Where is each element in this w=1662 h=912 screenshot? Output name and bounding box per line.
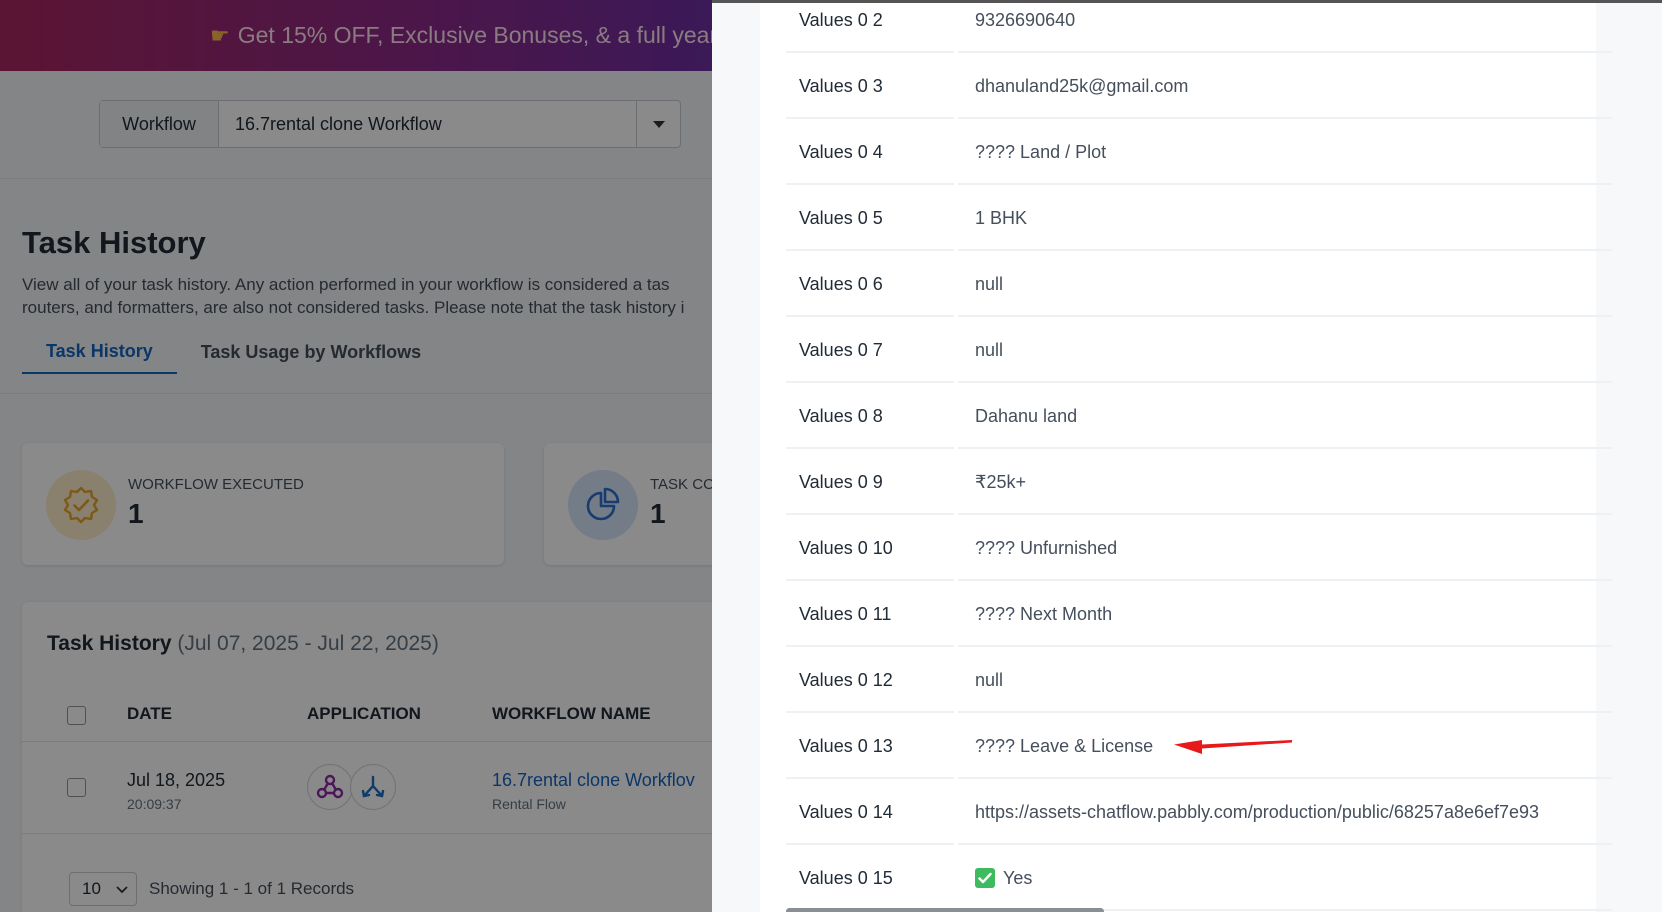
field-value: dhanuland25k@gmail.com bbox=[958, 55, 1612, 119]
field-key: Values 0 2 bbox=[786, 3, 954, 53]
list-item: Values 0 10 ???? Unfurnished bbox=[786, 517, 1612, 583]
list-item: Values 0 11 ???? Next Month bbox=[786, 583, 1612, 649]
field-key: Values 0 8 bbox=[786, 385, 954, 449]
field-key: Values 0 12 bbox=[786, 649, 954, 713]
field-value-text: Yes bbox=[1003, 867, 1033, 888]
horizontal-scrollbar[interactable] bbox=[786, 908, 1104, 912]
drawer-content: Values 0 2 9326690640 Values 0 3 dhanula… bbox=[760, 3, 1612, 912]
field-key: Values 0 9 bbox=[786, 451, 954, 515]
field-value: ???? Land / Plot bbox=[958, 121, 1612, 185]
list-item: Values 0 5 1 BHK bbox=[786, 187, 1612, 253]
check-mark-button-icon bbox=[975, 868, 995, 888]
field-key: Values 0 4 bbox=[786, 121, 954, 185]
field-value: null bbox=[958, 649, 1612, 713]
field-value: null bbox=[958, 319, 1612, 383]
field-key: Values 0 10 bbox=[786, 517, 954, 581]
field-key: Values 0 13 bbox=[786, 715, 954, 779]
list-item: Values 0 9 ₹25k+ bbox=[786, 451, 1612, 517]
field-value: null bbox=[958, 253, 1612, 317]
field-key: Values 0 15 bbox=[786, 847, 954, 911]
field-value: 1 BHK bbox=[958, 187, 1612, 251]
list-item: Values 0 15 Yes bbox=[786, 847, 1612, 912]
list-item: Values 0 3 dhanuland25k@gmail.com bbox=[786, 55, 1612, 121]
field-value: https://assets-chatflow.pabbly.com/produ… bbox=[958, 781, 1612, 845]
field-key: Values 0 14 bbox=[786, 781, 954, 845]
field-key: Values 0 5 bbox=[786, 187, 954, 251]
field-value: Yes bbox=[958, 847, 1612, 911]
field-value: ???? Next Month bbox=[958, 583, 1612, 647]
list-item: Values 0 4 ???? Land / Plot bbox=[786, 121, 1612, 187]
field-key: Values 0 6 bbox=[786, 253, 954, 317]
red-arrow-annotation-icon bbox=[1174, 740, 1292, 754]
field-key: Values 0 7 bbox=[786, 319, 954, 383]
field-value: 9326690640 bbox=[958, 3, 1612, 53]
list-item: Values 0 8 Dahanu land bbox=[786, 385, 1612, 451]
field-key: Values 0 11 bbox=[786, 583, 954, 647]
field-value: ₹25k+ bbox=[958, 451, 1612, 515]
list-item: Values 0 12 null bbox=[786, 649, 1612, 715]
field-value: Dahanu land bbox=[958, 385, 1612, 449]
task-detail-drawer: Values 0 2 9326690640 Values 0 3 dhanula… bbox=[712, 0, 1662, 912]
field-value: ???? Unfurnished bbox=[958, 517, 1612, 581]
list-item: Values 0 2 9326690640 bbox=[786, 3, 1612, 55]
list-item: Values 0 7 null bbox=[786, 319, 1612, 385]
list-item: Values 0 6 null bbox=[786, 253, 1612, 319]
field-key: Values 0 3 bbox=[786, 55, 954, 119]
modal-backdrop[interactable] bbox=[0, 0, 712, 912]
list-item: Values 0 14 https://assets-chatflow.pabb… bbox=[786, 781, 1612, 847]
